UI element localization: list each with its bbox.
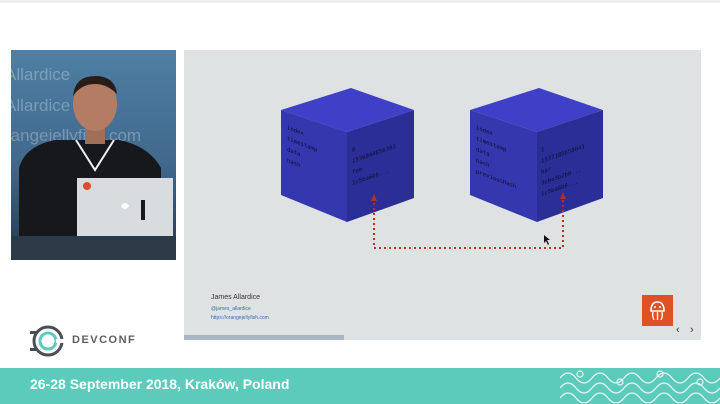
block-cube-2 — [470, 88, 603, 222]
event-banner: 26-28 September 2018, Kraków, Poland — [0, 368, 720, 404]
top-divider — [0, 0, 720, 3]
devconf-wordmark: DEVCONF — [72, 334, 137, 346]
speaker-camera-feed: Allardice Allardice rangejellyfish.com — [11, 50, 176, 260]
jellyfish-icon — [650, 301, 665, 321]
presentation-slide: index timestamp data hash 0 153684485639… — [184, 50, 701, 340]
slide-progress-bar — [184, 335, 344, 340]
speaker-figure — [11, 76, 176, 260]
blockchain-diagram: index timestamp data hash 0 153684485639… — [281, 88, 603, 249]
mouse-cursor — [544, 235, 550, 245]
speaker-name: James Allardice — [211, 294, 261, 301]
devconf-logo-icon — [30, 325, 66, 357]
next-slide-button[interactable]: › — [690, 324, 694, 336]
speaker-url-link[interactable]: https://orangejellyfish.com — [211, 315, 269, 321]
decorative-wave-pattern — [560, 370, 720, 404]
devconf-logo: DEVCONF — [30, 323, 190, 359]
speaker-handle-link[interactable]: @james_allardice — [211, 306, 251, 312]
event-date-location: 26-28 September 2018, Kraków, Poland — [30, 376, 290, 392]
prev-slide-button[interactable]: ‹ — [676, 324, 680, 336]
block-cube-1 — [281, 88, 414, 222]
orangejellyfish-badge — [642, 295, 673, 326]
